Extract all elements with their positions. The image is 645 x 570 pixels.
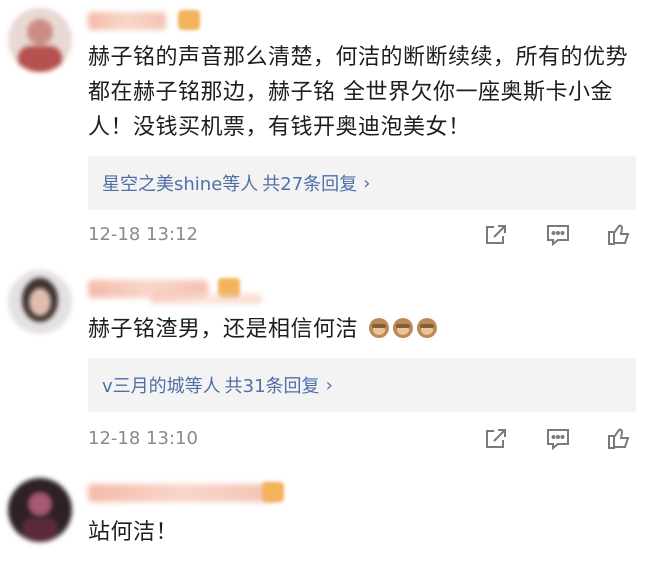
share-icon[interactable]	[483, 426, 509, 452]
username-extra	[150, 294, 262, 304]
reply-summary[interactable]: v三月的城等人 共31条回复 ›	[88, 358, 636, 412]
monkey-see-no-evil-icon	[368, 315, 390, 338]
reply-count: 共27条回复	[262, 174, 358, 195]
chevron-right-icon: ›	[325, 374, 333, 396]
avatar[interactable]	[8, 270, 72, 334]
timestamp: 12-18 13:12	[88, 224, 198, 245]
avatar[interactable]	[8, 8, 72, 72]
username[interactable]	[88, 12, 166, 30]
vip-badge-icon	[178, 10, 200, 30]
reply-names: v三月的城等人	[102, 376, 221, 397]
monkey-see-no-evil-icon	[392, 315, 414, 338]
comment-body: 赫子铭渣男，还是相信何洁	[88, 317, 359, 342]
comment-text: 赫子铭的声音那么清楚，何洁的断断续续，所有的优势都在赫子铭那边，赫子铭 全世界欠…	[88, 45, 629, 140]
reply-count: 共31条回复	[224, 376, 320, 397]
comment-text: 站何洁！	[88, 520, 179, 545]
timestamp: 12-18 13:10	[88, 428, 198, 449]
comment-text: 赫子铭渣男，还是相信何洁	[88, 312, 638, 347]
avatar[interactable]	[8, 478, 72, 542]
username[interactable]	[88, 484, 278, 502]
reply-names: 星空之美shine等人	[102, 174, 259, 195]
thumbs-up-icon[interactable]	[606, 425, 632, 451]
share-icon[interactable]	[483, 222, 509, 248]
comment-icon[interactable]	[545, 222, 571, 248]
comment-icon[interactable]	[545, 426, 571, 452]
monkey-see-no-evil-icon	[416, 315, 438, 338]
reply-summary[interactable]: 星空之美shine等人 共27条回复 ›	[88, 156, 636, 210]
chevron-right-icon: ›	[363, 172, 371, 194]
vip-badge-icon	[262, 482, 284, 502]
thumbs-up-icon[interactable]	[606, 221, 632, 247]
